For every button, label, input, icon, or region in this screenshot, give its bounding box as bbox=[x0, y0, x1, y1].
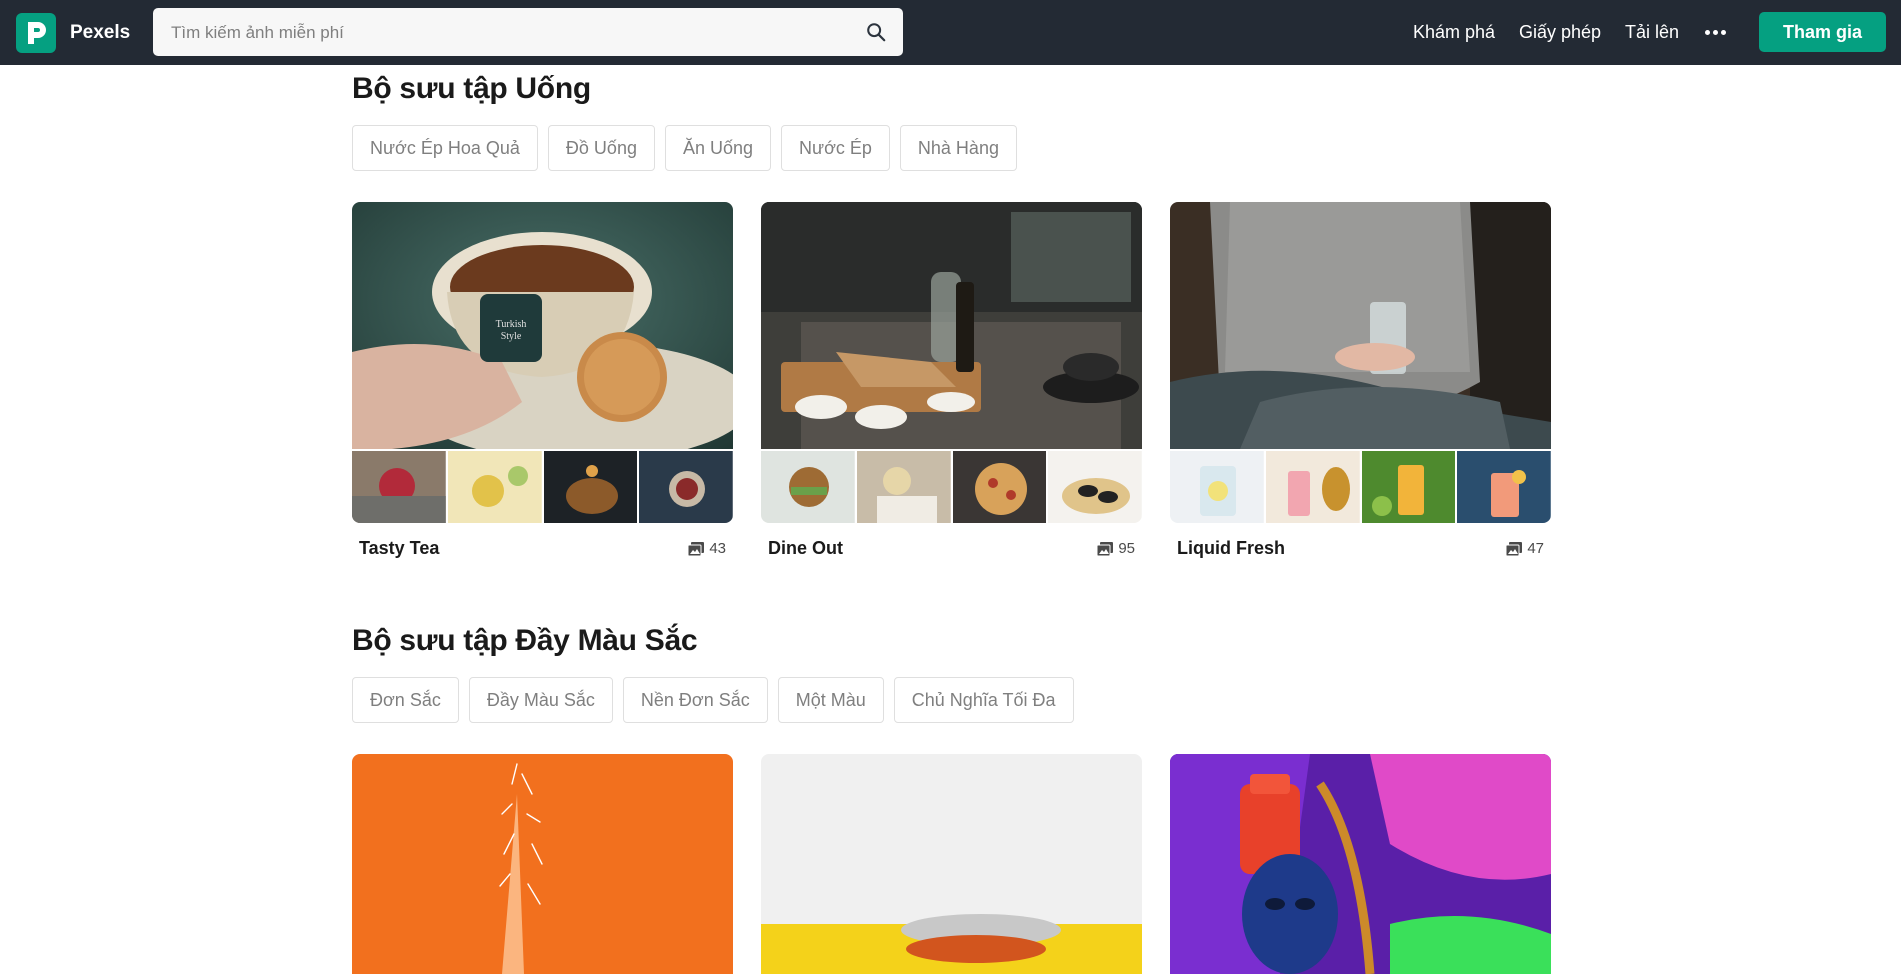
collection-card-tasty-tea[interactable]: Turkish Style Tasty Tea 43 bbox=[352, 202, 733, 562]
collection-card-dine-out[interactable]: Dine Out 95 bbox=[761, 202, 1142, 562]
thumbnail-image[interactable] bbox=[1361, 451, 1456, 523]
tag-chip[interactable]: Đơn Sắc bbox=[352, 677, 459, 723]
tag-row-drinks: Nước Ép Hoa Quả Đồ Uống Ăn Uống Nước Ép … bbox=[352, 125, 1017, 171]
collection-card-liquid-fresh[interactable]: Liquid Fresh 47 bbox=[1170, 202, 1551, 562]
thumbnail-image[interactable] bbox=[1265, 451, 1360, 523]
collection-name[interactable]: Tasty Tea bbox=[359, 538, 439, 559]
collection-photo-count: 43 bbox=[688, 540, 726, 557]
brand-name[interactable]: Pexels bbox=[70, 22, 130, 44]
tag-chip[interactable]: Nhà Hàng bbox=[899, 125, 1017, 171]
thumbnail-image[interactable] bbox=[1048, 451, 1142, 523]
photo-count-value: 47 bbox=[1527, 540, 1544, 557]
tag-chip[interactable]: Đầy Màu Sắc bbox=[468, 677, 613, 723]
tag-chip[interactable]: Đồ Uống bbox=[547, 125, 655, 171]
top-navbar: Pexels Khám phá Giấy phép Tải lên Tham g… bbox=[0, 0, 1901, 65]
tag-chip[interactable]: Chủ Nghĩa Tối Đa bbox=[893, 677, 1074, 723]
collection-thumbnails bbox=[352, 451, 733, 523]
thumbnail-image[interactable] bbox=[447, 451, 542, 523]
collection-photo-count: 47 bbox=[1506, 540, 1544, 557]
collection-thumbnails bbox=[1170, 451, 1551, 523]
collection-thumbnails bbox=[761, 451, 1142, 523]
section-title-drinks: Bộ sưu tập Uống bbox=[352, 72, 591, 105]
tag-chip[interactable]: Nước Ép Hoa Quả bbox=[352, 125, 538, 171]
tag-chip[interactable]: Nước Ép bbox=[781, 125, 890, 171]
svg-text:Style: Style bbox=[501, 331, 522, 342]
search-input[interactable] bbox=[169, 8, 853, 58]
nav-upload-link[interactable]: Tải lên bbox=[1625, 22, 1679, 43]
collection-photo-count: 95 bbox=[1097, 540, 1135, 557]
svg-text:Turkish: Turkish bbox=[496, 319, 527, 330]
thumbnail-image[interactable] bbox=[639, 451, 733, 523]
photo-count-value: 95 bbox=[1118, 540, 1135, 557]
collection-cover-image[interactable] bbox=[1170, 202, 1551, 449]
collection-name[interactable]: Dine Out bbox=[768, 538, 843, 559]
section-title-colorful: Bộ sưu tập Đầy Màu Sắc bbox=[352, 624, 698, 657]
pexels-logo-icon[interactable] bbox=[16, 13, 56, 53]
collection-cover-image[interactable] bbox=[352, 754, 733, 974]
tag-chip[interactable]: Một Màu bbox=[777, 677, 884, 723]
collection-cover-image[interactable] bbox=[1170, 754, 1551, 974]
photo-count-value: 43 bbox=[709, 540, 726, 557]
collection-name[interactable]: Liquid Fresh bbox=[1177, 538, 1285, 559]
tag-row-colorful: Đơn Sắc Đầy Màu Sắc Nền Đơn Sắc Một Màu … bbox=[352, 677, 1074, 723]
thumbnail-image[interactable] bbox=[761, 451, 855, 523]
photos-icon bbox=[1506, 541, 1523, 556]
thumbnail-image[interactable] bbox=[1457, 451, 1551, 523]
more-dots-icon[interactable] bbox=[1705, 30, 1727, 36]
tag-chip[interactable]: Ăn Uống bbox=[664, 125, 772, 171]
thumbnail-image[interactable] bbox=[352, 451, 446, 523]
photos-icon bbox=[688, 541, 705, 556]
collection-cover-image[interactable] bbox=[761, 754, 1142, 974]
thumbnail-image[interactable] bbox=[952, 451, 1047, 523]
search-bar[interactable] bbox=[153, 8, 903, 58]
search-icon[interactable] bbox=[865, 21, 887, 43]
photos-icon bbox=[1097, 541, 1114, 556]
collection-cover-image[interactable]: Turkish Style bbox=[352, 202, 733, 449]
tag-chip[interactable]: Nền Đơn Sắc bbox=[622, 677, 768, 723]
thumbnail-image[interactable] bbox=[1170, 451, 1264, 523]
nav-license-link[interactable]: Giấy phép bbox=[1519, 22, 1601, 43]
collection-cover-image[interactable] bbox=[761, 202, 1142, 449]
nav-explore-link[interactable]: Khám phá bbox=[1413, 22, 1495, 43]
join-button[interactable]: Tham gia bbox=[1759, 12, 1886, 52]
thumbnail-image[interactable] bbox=[856, 451, 951, 523]
thumbnail-image[interactable] bbox=[543, 451, 638, 523]
